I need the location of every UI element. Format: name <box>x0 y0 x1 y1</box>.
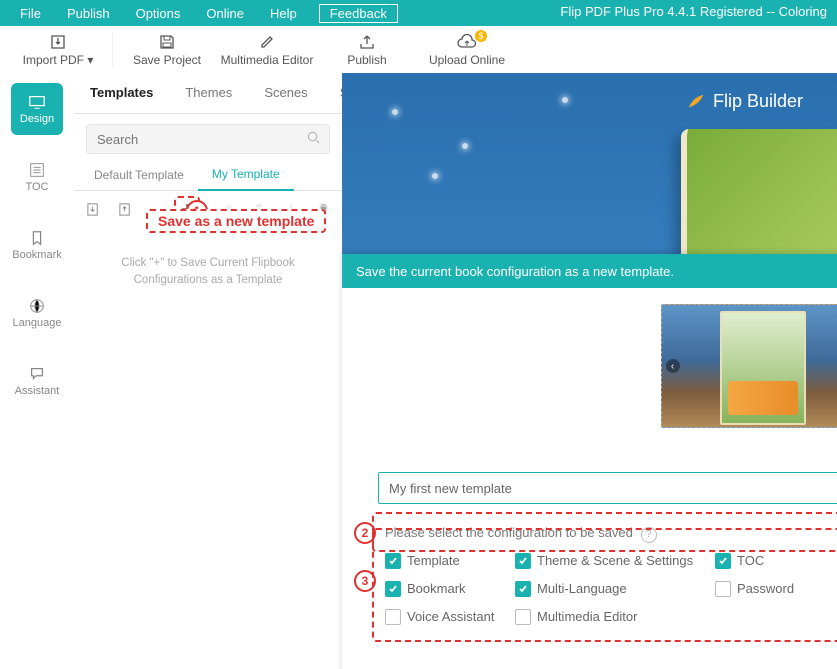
chk-theme-label: Theme & Scene & Settings <box>537 553 693 568</box>
rail-assistant[interactable]: Assistant <box>11 355 63 407</box>
import-icon <box>49 33 67 51</box>
rail-assistant-label: Assistant <box>15 385 60 397</box>
annotation-3: 3 <box>354 570 376 592</box>
multimedia-editor-button[interactable]: Multimedia Editor <box>217 28 317 72</box>
chk-multilang-label: Multi-Language <box>537 581 627 596</box>
rail-toc[interactable]: TOC <box>11 151 63 203</box>
chk-password-label: Password <box>737 581 794 596</box>
search-icon <box>306 130 321 148</box>
upload-online-label: Upload Online <box>429 53 505 67</box>
dialog-title: Save the current book configuration as a… <box>356 264 674 279</box>
search-input[interactable] <box>95 131 306 148</box>
cloud-upload-icon: $ <box>456 33 478 51</box>
flip-builder-brand: Flip Builder <box>687 91 803 112</box>
publish-label: Publish <box>347 53 386 67</box>
chk-voice-label: Voice Assistant <box>407 609 494 624</box>
chk-template-label: Template <box>407 553 460 568</box>
feedback-button[interactable]: Feedback <box>319 4 398 23</box>
menu-publish[interactable]: Publish <box>57 4 120 23</box>
chk-toc[interactable]: TOC <box>715 553 825 569</box>
toolbar-separator <box>112 33 113 67</box>
template-name-field[interactable] <box>378 472 837 504</box>
bookmark-icon <box>28 229 46 247</box>
tab-scenes[interactable]: Scenes <box>248 73 323 113</box>
chk-template[interactable]: Template <box>385 553 515 569</box>
template-search[interactable] <box>86 124 330 154</box>
menu-bar: File Publish Options Online Help Feedbac… <box>0 0 837 26</box>
menu-file[interactable]: File <box>10 4 51 23</box>
save-icon <box>159 33 175 51</box>
publish-icon <box>359 33 375 51</box>
config-title: Please select the configuration to be sa… <box>379 521 837 547</box>
template-name-input[interactable] <box>387 480 567 497</box>
thumbnail-page <box>720 311 806 425</box>
chat-icon <box>28 365 46 383</box>
chk-multilang[interactable]: Multi-Language <box>515 581 715 597</box>
edit-icon <box>259 33 275 51</box>
chk-bookmark[interactable]: Bookmark <box>385 581 515 597</box>
multimedia-editor-label: Multimedia Editor <box>221 53 314 67</box>
menu-options[interactable]: Options <box>126 4 191 23</box>
save-project-button[interactable]: Save Project <box>117 28 217 72</box>
panel-tabs: Templates Themes Scenes Settings <box>74 73 342 114</box>
publish-button[interactable]: Publish <box>317 28 417 72</box>
rail-design-label: Design <box>20 113 54 125</box>
subtab-default[interactable]: Default Template <box>80 160 198 190</box>
upload-online-button[interactable]: $ Upload Online <box>417 28 517 72</box>
help-icon[interactable]: ? <box>641 527 657 543</box>
rail-bookmark-label: Bookmark <box>12 249 62 261</box>
rail-bookmark[interactable]: Bookmark <box>11 219 63 271</box>
save-template-dialog: Save the current book configuration as a… <box>342 254 837 669</box>
rail-language-label: Language <box>13 317 62 329</box>
template-panel: Templates Themes Scenes Settings Default… <box>74 73 343 669</box>
upload-badge-icon: $ <box>475 30 487 42</box>
menu-help[interactable]: Help <box>260 4 307 23</box>
dialog-header: Save the current book configuration as a… <box>342 254 837 288</box>
chk-voice[interactable]: Voice Assistant <box>385 609 515 625</box>
flip-builder-label: Flip Builder <box>713 91 803 112</box>
chk-theme[interactable]: Theme & Scene & Settings <box>515 553 715 569</box>
chk-mmedit-label: Multimedia Editor <box>537 609 637 624</box>
rail-language[interactable]: Language <box>11 287 63 339</box>
rail-toc-label: TOC <box>25 181 48 193</box>
main-toolbar: Import PDF ▾ Save Project Multimedia Edi… <box>0 26 837 74</box>
tab-themes[interactable]: Themes <box>169 73 248 113</box>
subtab-my-template[interactable]: My Template <box>198 159 294 191</box>
globe-icon <box>28 297 46 315</box>
list-icon <box>28 161 46 179</box>
export-template-icon[interactable] <box>116 200 134 218</box>
left-rail: Design TOC Bookmark Language Assistant <box>0 73 75 669</box>
chk-password[interactable]: Password <box>715 581 825 597</box>
template-sub-tabs: Default Template My Template <box>74 160 342 191</box>
chk-toc-label: TOC <box>737 553 764 568</box>
import-pdf-button[interactable]: Import PDF ▾ <box>8 28 108 72</box>
template-thumbnail: ‹ › <box>661 304 837 428</box>
rail-design[interactable]: Design <box>11 83 63 135</box>
tab-templates[interactable]: Templates <box>74 73 169 113</box>
window-title: Flip PDF Plus Pro 4.4.1 Registered -- Co… <box>560 4 827 19</box>
save-template-callout: Save as a new template <box>146 209 326 233</box>
thumb-prev-icon: ‹ <box>666 359 680 373</box>
chk-bookmark-label: Bookmark <box>407 581 466 596</box>
flip-builder-logo-icon <box>687 93 705 111</box>
menu-online[interactable]: Online <box>196 4 254 23</box>
template-hint: Click "+" to Save Current Flipbook Confi… <box>74 255 342 290</box>
monitor-icon <box>28 93 46 111</box>
chk-mmedit[interactable]: Multimedia Editor <box>515 609 715 625</box>
save-project-label: Save Project <box>133 53 201 67</box>
import-template-icon[interactable] <box>84 200 102 218</box>
import-pdf-label: Import PDF ▾ <box>23 53 94 67</box>
